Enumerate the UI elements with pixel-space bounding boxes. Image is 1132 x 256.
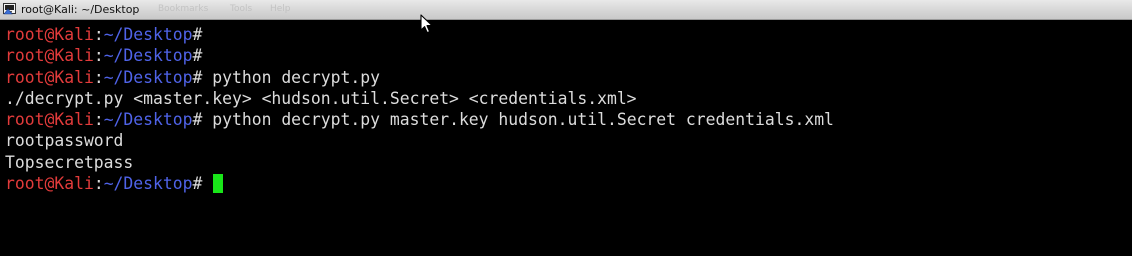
terminal-cursor [213,174,224,194]
prompt-colon: : [93,67,104,87]
prompt-symbol: # [192,25,203,44]
prompt-colon: : [93,46,104,66]
prompt-path: ~/Desktop [103,46,193,66]
command-text: python decrypt.py master.key hudson.util… [202,110,834,130]
prompt-symbol: # [192,46,203,66]
terminal-output-line: rootpassword [5,130,1132,151]
terminal-app-icon[interactable] [3,2,17,16]
output-text: ./decrypt.py <master.key> <hudson.util.S… [5,88,637,108]
prompt-path: ~/Desktop [103,110,193,130]
prompt-path: ~/Desktop [103,67,193,87]
faded-menu-bookmarks: Bookmarks [158,4,209,14]
terminal-prompt-line: root@Kali:~/Desktop# python decrypt.py m… [5,109,1132,130]
terminal-prompt-line: root@Kali:~/Desktop# python decrypt.py [5,67,1132,88]
command-text [202,174,212,193]
prompt-path: ~/Desktop [103,174,193,194]
faded-menu-help: Help [270,4,291,14]
window-title: root@Kali: ~/Desktop [21,3,140,16]
terminal-output-line: Topsecretpass [5,152,1132,173]
terminal-window: root@Kali: ~/Desktop Bookmarks Tools Hel… [0,0,1132,256]
terminal-prompt-line: root@Kali:~/Desktop# [5,24,1132,45]
title-bar[interactable]: root@Kali: ~/Desktop Bookmarks Tools Hel… [0,0,1132,20]
terminal-output-line: ./decrypt.py <master.key> <hudson.util.S… [5,88,1132,109]
mouse-pointer-icon [420,14,433,34]
prompt-colon: : [93,174,104,194]
prompt-user-host: root@Kali [5,67,94,87]
terminal-prompt-line: root@Kali:~/Desktop# [5,173,1132,194]
prompt-user-host: root@Kali [5,110,94,130]
command-text: python decrypt.py [202,67,380,87]
prompt-path: ~/Desktop [103,25,193,44]
terminal-output[interactable]: root@Kali:~/Desktop# root@Kali:~/Desktop#… [5,24,1132,194]
prompt-user-host: root@Kali [5,174,94,194]
prompt-colon: : [93,110,104,130]
prompt-user-host: root@Kali [5,46,94,66]
output-text: rootpassword [5,131,124,151]
prompt-symbol: # [192,67,203,87]
output-text: Topsecretpass [5,152,134,172]
faded-menu-tools: Tools [230,4,253,14]
prompt-user-host: root@Kali [5,25,94,44]
prompt-colon: : [93,25,104,44]
prompt-symbol: # [192,174,203,194]
prompt-symbol: # [192,110,203,130]
terminal-prompt-line: root@Kali:~/Desktop# [5,45,1132,66]
